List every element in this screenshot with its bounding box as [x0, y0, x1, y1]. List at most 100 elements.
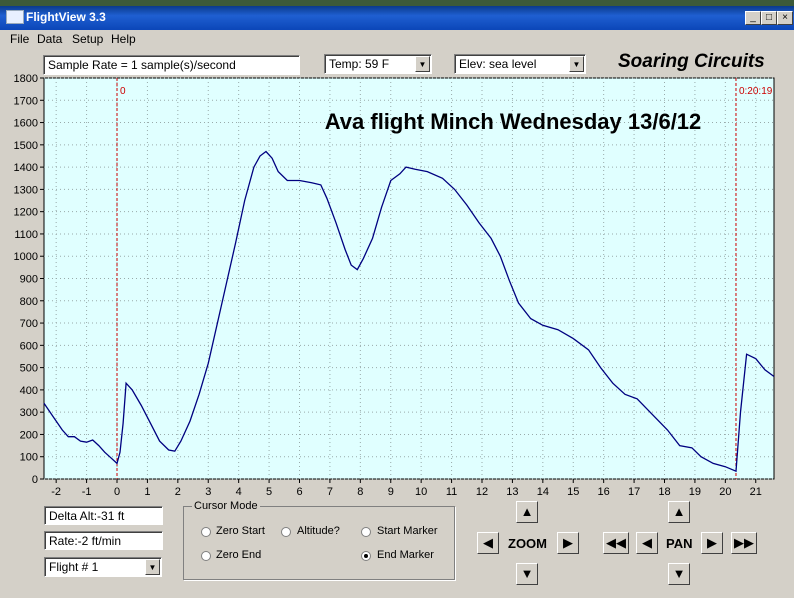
y-tick-label: 0: [32, 474, 38, 486]
pan-end-button[interactable]: ▶▶: [731, 532, 757, 554]
x-tick-label: 19: [689, 486, 701, 498]
x-tick-label: 15: [567, 486, 579, 498]
x-tick-label: 4: [236, 486, 242, 498]
chevron-down-icon[interactable]: ▼: [415, 56, 430, 72]
elevation-dropdown[interactable]: Elev: sea level ▼: [454, 54, 586, 74]
radio-zero-start-label: Zero Start: [216, 525, 265, 537]
x-tick-label: 8: [357, 486, 363, 498]
temp-value: Temp: 59 F: [329, 57, 390, 71]
y-tick-label: 1600: [14, 118, 38, 130]
y-tick-label: 600: [20, 340, 38, 352]
x-tick-label: 3: [205, 486, 211, 498]
y-tick-label: 700: [20, 318, 38, 330]
y-tick-label: 200: [20, 429, 38, 441]
y-tick-label: 900: [20, 274, 38, 286]
chart-svg: 0100200300400500600700800900100011001200…: [14, 73, 775, 498]
chart-title: Ava flight Minch Wednesday 13/6/12: [325, 109, 702, 134]
x-tick-label: 17: [628, 486, 640, 498]
x-tick-label: 14: [537, 486, 549, 498]
x-tick-label: 10: [415, 486, 427, 498]
y-tick-label: 1400: [14, 162, 38, 174]
rate-field: Rate:-2 ft/min: [44, 531, 163, 550]
triangle-down-icon: ▼: [672, 566, 686, 581]
radio-altitude-label: Altitude?: [297, 525, 340, 537]
x-tick-label: 6: [296, 486, 302, 498]
y-tick-label: 500: [20, 363, 38, 375]
menu-help[interactable]: Help: [111, 32, 136, 46]
radio-start-marker-label: Start Marker: [377, 525, 438, 537]
y-tick-label: 1800: [14, 73, 38, 85]
pan-left-button[interactable]: ◀: [636, 532, 658, 554]
zoom-left-button[interactable]: ◀: [477, 532, 499, 554]
flight-dropdown[interactable]: Flight # 1 ▼: [44, 557, 162, 577]
y-tick-label: 100: [20, 452, 38, 464]
y-tick-label: 1700: [14, 95, 38, 107]
x-tick-label: 1: [144, 486, 150, 498]
triangle-left-icon: ◀: [642, 535, 652, 550]
pan-start-button[interactable]: ◀◀: [603, 532, 629, 554]
flight-value: Flight # 1: [49, 560, 99, 574]
triangle-right-icon: ▶: [707, 535, 717, 550]
title-bar: [0, 6, 794, 30]
elevation-value: Elev: sea level: [459, 57, 537, 71]
radio-zero-end[interactable]: [201, 551, 211, 561]
pan-down-button[interactable]: ▼: [668, 563, 690, 585]
zoom-label: ZOOM: [508, 536, 547, 551]
x-tick-label: -2: [51, 486, 61, 498]
minimize-button[interactable]: _: [745, 11, 761, 25]
x-tick-label: 11: [446, 486, 457, 498]
radio-altitude[interactable]: [281, 527, 291, 537]
double-right-icon: ▶▶: [734, 535, 754, 550]
triangle-left-icon: ◀: [483, 535, 493, 550]
radio-zero-start[interactable]: [201, 527, 211, 537]
y-tick-label: 400: [20, 385, 38, 397]
triangle-up-icon: ▲: [672, 504, 686, 519]
menu-file[interactable]: File: [10, 32, 29, 46]
triangle-down-icon: ▼: [520, 566, 534, 581]
pan-up-button[interactable]: ▲: [668, 501, 690, 523]
y-tick-label: 800: [20, 296, 38, 308]
x-tick-label: 13: [506, 486, 518, 498]
y-tick-label: 1100: [14, 229, 38, 241]
pan-right-button[interactable]: ▶: [701, 532, 723, 554]
x-tick-label: -1: [82, 486, 92, 498]
y-tick-label: 1000: [14, 251, 38, 263]
double-left-icon: ◀◀: [606, 535, 626, 550]
x-tick-label: 21: [750, 486, 762, 498]
app-icon: [6, 10, 24, 24]
chevron-down-icon[interactable]: ▼: [569, 56, 584, 72]
radio-start-marker[interactable]: [361, 527, 371, 537]
x-tick-label: 16: [598, 486, 610, 498]
triangle-up-icon: ▲: [520, 504, 534, 519]
menu-data[interactable]: Data: [37, 32, 62, 46]
chevron-down-icon[interactable]: ▼: [145, 559, 160, 575]
x-tick-label: 2: [175, 486, 181, 498]
altitude-chart: 0 100 200 300 400 500 600 700 800 900 1000 1100 1200…: [0, 72, 794, 498]
zoom-in-button[interactable]: ▲: [516, 501, 538, 523]
radio-end-marker-label: End Marker: [377, 549, 434, 561]
triangle-right-icon: ▶: [563, 535, 573, 550]
delta-alt-field: Delta Alt:-31 ft: [44, 506, 163, 525]
cursor-marker-label: 0: [120, 86, 126, 97]
radio-zero-end-label: Zero End: [216, 549, 262, 561]
cursor-marker-label: 0:20:19: [739, 86, 773, 97]
zoom-out-button[interactable]: ▼: [516, 563, 538, 585]
brand-logo: Soaring Circuits: [618, 51, 765, 72]
x-tick-label: 20: [719, 486, 731, 498]
maximize-button[interactable]: □: [761, 11, 777, 25]
y-tick-label: 1200: [14, 207, 38, 219]
x-tick-label: 12: [476, 486, 488, 498]
x-tick-label: 18: [658, 486, 670, 498]
x-tick-label: 0: [114, 486, 120, 498]
zoom-right-button[interactable]: ▶: [557, 532, 579, 554]
x-tick-label: 7: [327, 486, 333, 498]
radio-end-marker[interactable]: [361, 551, 371, 561]
close-button[interactable]: ×: [777, 11, 793, 25]
temp-dropdown[interactable]: Temp: 59 F ▼: [324, 54, 432, 74]
x-tick-label: 5: [266, 486, 272, 498]
y-tick-label: 300: [20, 407, 38, 419]
x-tick-label: 9: [388, 486, 394, 498]
menu-setup[interactable]: Setup: [72, 32, 103, 46]
y-tick-label: 1500: [14, 140, 38, 152]
window-title: FlightView 3.3: [26, 10, 106, 24]
